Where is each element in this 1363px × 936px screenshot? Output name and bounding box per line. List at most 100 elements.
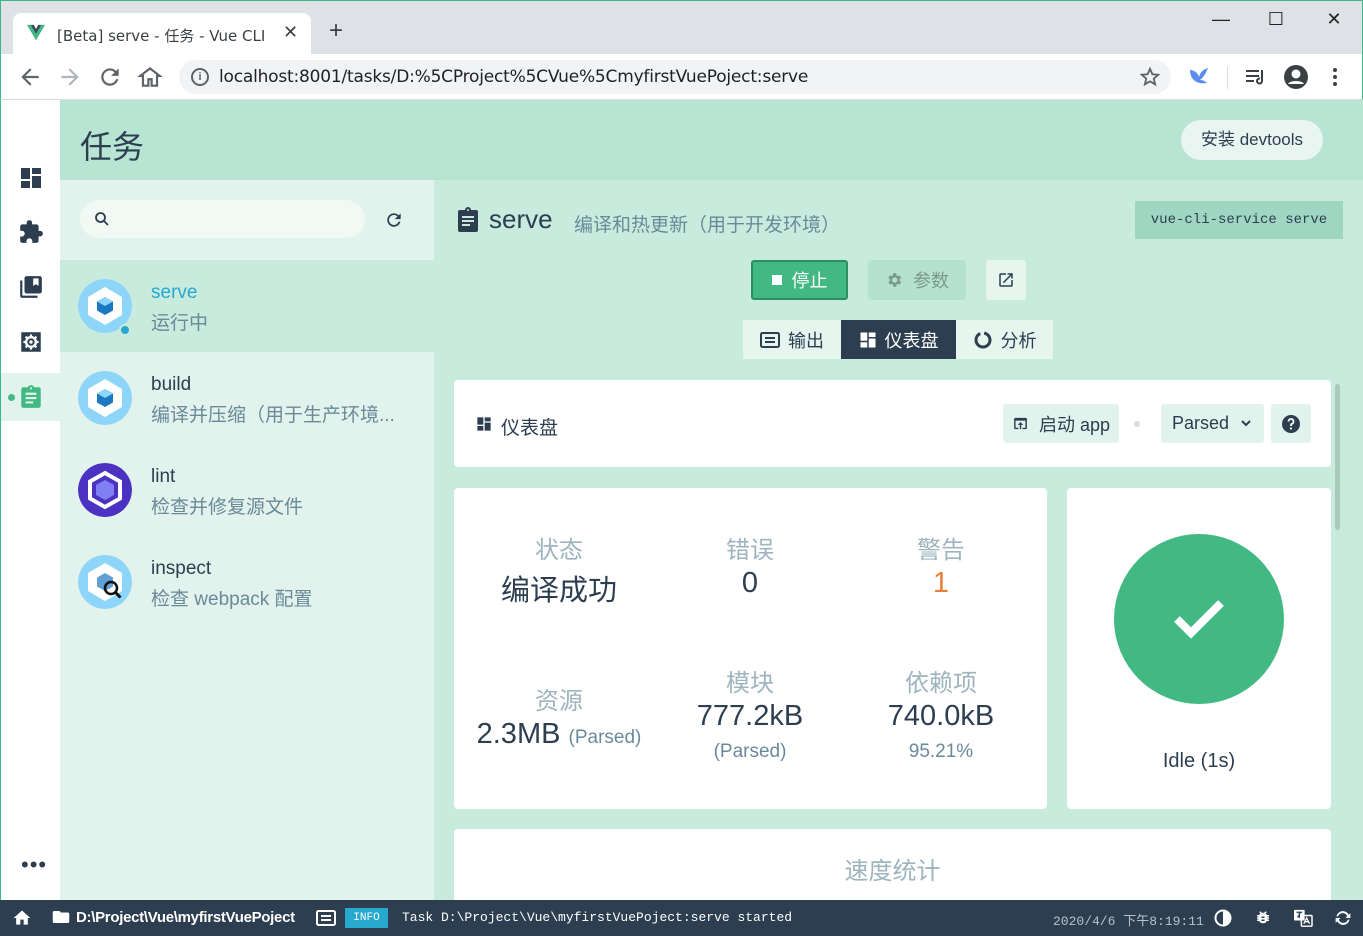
library-dependencies-icon xyxy=(20,276,42,298)
page-header: 任务 安装 devtools xyxy=(60,100,1363,180)
log-message[interactable]: Task D:\Project\Vue\myfirstVuePoject:ser… xyxy=(402,910,792,925)
translate-icon xyxy=(1294,909,1313,927)
minimize-button[interactable]: — xyxy=(1206,9,1236,33)
running-status-dot xyxy=(119,324,131,336)
help-button[interactable] xyxy=(1271,404,1311,443)
log-level-badge: INFO xyxy=(345,908,388,928)
dashboard-icon xyxy=(860,332,875,347)
build-stats-card: 状态 编译成功 错误 0 警告 1 资源 2.3MB (Parsed) 模块 7… xyxy=(454,488,1047,809)
bug-icon xyxy=(1257,911,1269,924)
contrast-icon xyxy=(1214,909,1232,927)
parameters-button[interactable]: 参数 xyxy=(868,260,966,300)
tab-close-icon[interactable]: ✕ xyxy=(283,22,298,43)
new-tab-button[interactable]: + xyxy=(329,19,343,43)
close-window-button[interactable]: ✕ xyxy=(1319,9,1349,33)
launch-app-button[interactable]: 启动 app xyxy=(1003,404,1119,443)
launch-app-label: 启动 app xyxy=(1038,414,1111,435)
dashboard-icon xyxy=(477,417,491,431)
refresh-icon[interactable] xyxy=(384,210,404,230)
task-description: 检查并修复源文件 xyxy=(151,497,304,518)
stat-label: 资源 xyxy=(535,688,583,715)
refresh-button[interactable] xyxy=(1333,908,1353,928)
home-icon[interactable] xyxy=(137,64,163,90)
stop-button[interactable]: 停止 xyxy=(751,260,848,300)
nav-dashboard[interactable] xyxy=(1,154,61,202)
task-name: build xyxy=(151,374,192,395)
help-question-icon xyxy=(1282,414,1300,433)
forward-arrow-icon[interactable] xyxy=(57,64,83,90)
bookmark-star-icon[interactable] xyxy=(1139,66,1161,88)
vue-logo-icon xyxy=(27,24,45,41)
stat-warnings: 警告 1 xyxy=(846,530,1036,600)
task-subtitle: 编译和热更新（用于开发环境） xyxy=(574,215,841,236)
tab-analyzer[interactable]: 分析 xyxy=(956,320,1053,359)
stat-value: 1 xyxy=(932,567,950,599)
content-scrollbar[interactable] xyxy=(1335,384,1340,530)
tab-dashboard[interactable]: 仪表盘 xyxy=(841,320,956,359)
site-info-icon[interactable]: i xyxy=(191,68,209,86)
open-in-browser-icon xyxy=(1014,417,1027,430)
gear-icon xyxy=(888,273,902,287)
webpack-cube-icon xyxy=(78,371,132,425)
back-arrow-icon[interactable] xyxy=(17,64,43,90)
stat-errors: 错误 0 xyxy=(655,530,845,600)
stat-value: 777.2kB xyxy=(696,700,804,732)
clipboard-tasks-icon xyxy=(21,385,41,408)
folder-icon xyxy=(52,911,70,923)
extension-bird-icon[interactable] xyxy=(1187,66,1211,88)
account-avatar-icon[interactable] xyxy=(1283,64,1309,90)
separator-dot xyxy=(1134,421,1140,427)
select-value: Parsed xyxy=(1172,413,1230,433)
media-queue-icon[interactable] xyxy=(1243,66,1267,88)
stat-value: 2.3MB xyxy=(476,718,561,750)
refresh-arrows-icon xyxy=(1335,911,1351,925)
open-external-button[interactable] xyxy=(986,260,1026,300)
analyzer-ring-icon xyxy=(974,331,991,348)
nav-configuration[interactable] xyxy=(1,318,61,366)
tab-title: [Beta] serve - 任务 - Vue CLI xyxy=(57,27,266,45)
maximize-button[interactable]: ☐ xyxy=(1261,9,1291,33)
settings-gear-icon xyxy=(21,332,41,352)
task-item-serve[interactable]: serve 运行中 xyxy=(60,260,434,352)
stop-label: 停止 xyxy=(791,271,828,291)
chevron-down-icon xyxy=(1241,420,1251,427)
stat-value-row: 2.3MB (Parsed) xyxy=(464,718,654,751)
stat-label: 警告 xyxy=(917,537,965,564)
browser-tab[interactable]: [Beta] serve - 任务 - Vue CLI ✕ xyxy=(13,13,311,55)
nav-tasks[interactable] xyxy=(1,373,61,421)
search-input[interactable] xyxy=(80,200,365,238)
stop-square-icon xyxy=(771,275,782,285)
task-item-lint[interactable]: lint 检查并修复源文件 xyxy=(60,444,434,536)
home-icon[interactable] xyxy=(12,908,32,928)
parameters-label: 参数 xyxy=(913,271,949,291)
task-list-panel: serve 运行中 build 编译并压缩（用于生产环境... lint 检查并… xyxy=(60,180,434,900)
dark-mode-toggle[interactable] xyxy=(1213,908,1233,928)
webpack-inspect-icon xyxy=(78,555,132,609)
task-item-inspect[interactable]: inspect 检查 webpack 配置 xyxy=(60,536,434,628)
stat-sub: (Parsed) xyxy=(568,727,642,748)
project-path[interactable]: D:\Project\Vue\myfirstVuePoject xyxy=(76,909,295,926)
task-item-build[interactable]: build 编译并压缩（用于生产环境... xyxy=(60,352,434,444)
stat-label: 状态 xyxy=(535,537,583,564)
log-list-icon[interactable] xyxy=(316,909,336,927)
tab-output[interactable]: 输出 xyxy=(743,320,841,359)
nav-plugins[interactable] xyxy=(1,208,61,256)
translate-button[interactable] xyxy=(1293,908,1313,928)
install-devtools-button[interactable]: 安装 devtools xyxy=(1181,120,1323,160)
task-name: lint xyxy=(151,466,176,487)
url-text[interactable]: localhost:8001/tasks/D:%5CProject%5CVue%… xyxy=(219,67,808,87)
report-bug-button[interactable] xyxy=(1253,908,1273,928)
reload-icon[interactable] xyxy=(97,64,123,90)
task-name: inspect xyxy=(151,558,212,579)
search-icon xyxy=(95,212,109,226)
nav-dependencies[interactable] xyxy=(1,263,61,311)
task-description: 运行中 xyxy=(151,313,209,334)
address-bar[interactable]: i localhost:8001/tasks/D:%5CProject%5CVu… xyxy=(179,60,1171,94)
browser-menu-icon[interactable] xyxy=(1327,66,1343,88)
dashboard-toolbar: 仪表盘 启动 app Parsed xyxy=(454,380,1331,467)
more-options-icon[interactable]: ••• xyxy=(21,852,47,878)
size-mode-select[interactable]: Parsed xyxy=(1161,404,1264,443)
page-title: 任务 xyxy=(80,129,145,165)
task-title: serve xyxy=(489,204,553,234)
browser-tab-bar: [Beta] serve - 任务 - Vue CLI ✕ + — ☐ ✕ xyxy=(0,0,1363,55)
